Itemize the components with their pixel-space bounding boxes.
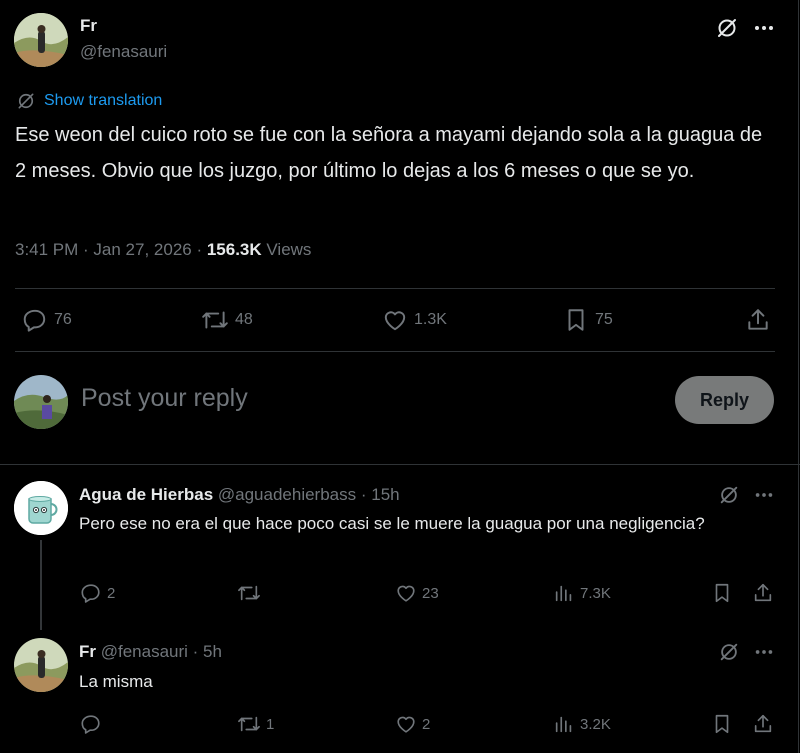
views-label: Views — [261, 240, 312, 259]
like-action[interactable]: 1.3K — [382, 307, 447, 333]
views-count: 156.3K — [206, 240, 262, 259]
like-action[interactable]: 2 — [395, 713, 430, 735]
reply-count: 2 — [107, 584, 116, 602]
reply-time[interactable]: · 5h — [188, 642, 222, 661]
reply-input[interactable]: Post your reply — [81, 384, 248, 413]
like-count: 2 — [422, 715, 431, 733]
section-divider — [0, 464, 800, 465]
reply-icon — [80, 582, 102, 604]
more-icon[interactable] — [753, 641, 775, 663]
my-avatar[interactable] — [14, 375, 68, 429]
like-icon — [382, 307, 408, 333]
reply-author-handle[interactable]: @fenasauri — [101, 642, 188, 661]
retweet-action[interactable]: 1 — [237, 713, 274, 735]
reply-icon — [22, 307, 48, 333]
show-translation-label: Show translation — [44, 92, 163, 109]
retweet-count: 48 — [235, 311, 253, 328]
like-action[interactable]: 23 — [395, 582, 439, 604]
avatar[interactable] — [14, 481, 68, 535]
views-icon — [553, 713, 575, 735]
reply-icon — [80, 713, 102, 735]
bookmark-icon[interactable] — [711, 582, 733, 604]
reply-time[interactable]: · 15h — [356, 485, 400, 504]
divider — [15, 288, 775, 289]
more-icon[interactable] — [753, 484, 775, 506]
grok-icon[interactable] — [718, 641, 740, 663]
reply-action[interactable] — [80, 713, 107, 735]
retweet-icon — [237, 582, 261, 604]
tweet-text: Ese weon del cuico roto se fue con la se… — [15, 124, 763, 182]
column-border — [798, 0, 799, 753]
translate-icon — [16, 91, 36, 111]
views-action[interactable]: 7.3K — [553, 582, 611, 604]
share-icon[interactable] — [752, 582, 774, 604]
grok-icon[interactable] — [715, 16, 739, 40]
author-name[interactable]: Fr — [80, 16, 97, 36]
retweet-icon — [237, 713, 261, 735]
bookmark-count: 75 — [595, 311, 613, 328]
grok-icon[interactable] — [718, 484, 740, 506]
tweet-meta: 3:41 PM · Jan 27, 2026 · 156.3K Views — [15, 240, 311, 260]
share-icon[interactable] — [745, 307, 771, 333]
reply-author-name[interactable]: Fr — [79, 642, 96, 661]
bookmark-icon[interactable] — [711, 713, 733, 735]
retweet-icon — [201, 307, 229, 333]
like-count: 23 — [422, 584, 439, 602]
views-count: 3.2K — [580, 715, 611, 733]
retweet-action[interactable] — [237, 582, 266, 604]
reply-text: Pero ese no era el que hace poco casi se… — [79, 514, 705, 533]
reply-text: La misma — [79, 672, 153, 691]
reply-author-name[interactable]: Agua de Hierbas — [79, 485, 213, 504]
share-icon[interactable] — [752, 713, 774, 735]
views-action[interactable]: 3.2K — [553, 713, 611, 735]
views-icon — [553, 582, 575, 604]
views-count: 7.3K — [580, 584, 611, 602]
reply-action[interactable]: 2 — [80, 582, 115, 604]
reply-count: 76 — [54, 311, 72, 328]
like-icon — [395, 582, 417, 604]
avatar[interactable] — [14, 13, 68, 67]
retweet-count: 1 — [266, 715, 275, 733]
like-icon — [395, 713, 417, 735]
avatar[interactable] — [14, 638, 68, 692]
more-icon[interactable] — [752, 16, 776, 40]
reply-header: Fr @fenasauri · 5h — [79, 642, 222, 662]
bookmark-icon — [563, 307, 589, 333]
like-count: 1.3K — [414, 311, 447, 328]
reply-author-handle[interactable]: @aguadehierbass — [218, 485, 356, 504]
author-handle[interactable]: @fenasauri — [80, 42, 167, 62]
reply-header: Agua de Hierbas @aguadehierbass · 15h — [79, 485, 400, 505]
reply-button[interactable]: Reply — [675, 376, 774, 424]
retweet-action[interactable]: 48 — [201, 307, 253, 333]
show-translation[interactable]: Show translation — [16, 91, 162, 111]
tweet-time[interactable]: 3:41 PM · Jan 27, 2026 · — [15, 240, 207, 259]
divider — [15, 351, 775, 352]
bookmark-action[interactable]: 75 — [563, 307, 613, 333]
reply-action[interactable]: 76 — [22, 307, 72, 333]
thread-line — [40, 540, 42, 630]
